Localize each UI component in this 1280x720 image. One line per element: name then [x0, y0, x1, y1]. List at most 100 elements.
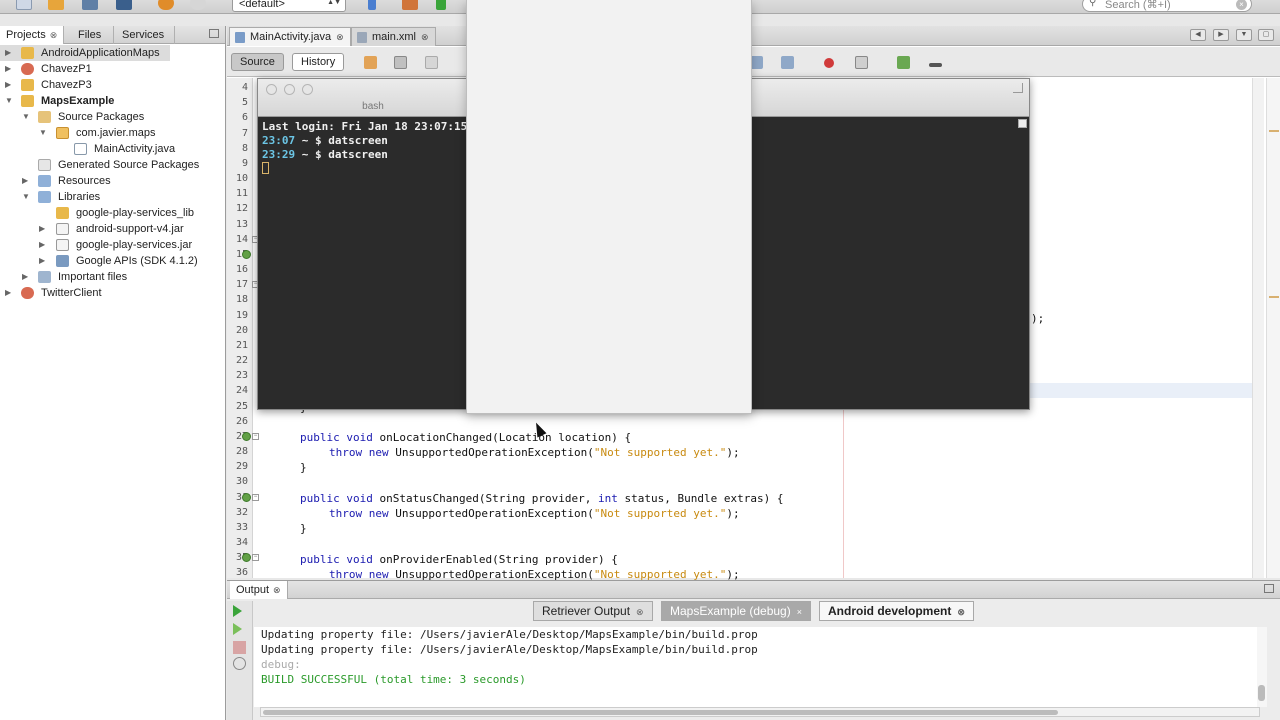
back-icon[interactable] — [394, 56, 407, 69]
tab-files[interactable]: Files — [66, 26, 115, 44]
tree-item-google-play-services-lib[interactable]: google-play-services_lib — [0, 205, 220, 221]
clear-search-icon[interactable]: × — [1236, 0, 1247, 10]
expand-icon[interactable]: ▶ — [5, 45, 11, 61]
close-icon[interactable]: × — [797, 607, 802, 617]
uncomment-icon[interactable] — [929, 63, 942, 67]
tree-item-mainactivity-java[interactable]: MainActivity.java — [0, 141, 220, 157]
tab-mapsexample-debug[interactable]: MapsExample (debug) × — [661, 601, 811, 621]
tree-item-google-apis[interactable]: ▶ Google APIs (SDK 4.1.2) — [0, 253, 220, 269]
tree-item-chavezp3[interactable]: ▶ ChavezP3 — [0, 77, 220, 93]
collapse-icon[interactable]: ▼ — [22, 109, 30, 125]
new-file-icon[interactable] — [16, 0, 32, 10]
close-icon[interactable]: ⊗ — [273, 585, 281, 595]
source-button[interactable]: Source — [231, 53, 284, 71]
close-icon[interactable]: ⊗ — [421, 32, 429, 42]
stop-macro-icon[interactable] — [855, 56, 868, 69]
tree-item-androidapplicationmaps[interactable]: ▶ AndroidApplicationMaps — [0, 45, 170, 61]
close-icon[interactable]: ⊗ — [636, 607, 644, 617]
stop-icon[interactable] — [233, 641, 246, 654]
scrollbar-thumb[interactable] — [1258, 685, 1265, 701]
expand-icon[interactable]: ▶ — [22, 173, 28, 189]
clean-build-icon[interactable] — [402, 0, 418, 10]
tree-item-google-play-services-jar[interactable]: ▶ google-play-services.jar — [0, 237, 220, 253]
tree-item-libraries[interactable]: ▼ Libraries — [0, 189, 220, 205]
toolbar-toggle-icon[interactable] — [1013, 83, 1023, 93]
tab-mainactivity-java[interactable]: MainActivity.java ⊗ — [229, 27, 351, 46]
comment-icon[interactable] — [897, 56, 910, 69]
editor-scrollbar[interactable] — [1252, 78, 1264, 578]
blank-window[interactable] — [466, 0, 752, 414]
terminal-scrollbar[interactable] — [1018, 119, 1027, 128]
tree-item-label: AndroidApplicationMaps — [41, 47, 160, 59]
override-marker-icon[interactable] — [242, 553, 251, 563]
terminal-output[interactable]: Last login: Fri Jan 18 23:07:15 c 23:07 … — [262, 120, 481, 176]
tree-item-com-javier-maps[interactable]: ▼ com.javier.maps — [0, 125, 220, 141]
minimize-window-button[interactable] — [284, 84, 295, 95]
open-project-icon[interactable] — [82, 0, 98, 10]
history-button[interactable]: History — [292, 53, 345, 71]
expand-icon[interactable]: ▶ — [39, 253, 45, 269]
tree-item-mapsexample[interactable]: ▼ MapsExample — [0, 93, 220, 109]
save-all-icon[interactable] — [116, 0, 132, 10]
configuration-value: <default> — [239, 0, 285, 10]
expand-icon[interactable]: ▶ — [5, 285, 11, 301]
override-marker-icon[interactable] — [242, 431, 251, 441]
close-icon[interactable]: ⊗ — [336, 32, 344, 42]
run-icon[interactable] — [436, 0, 446, 10]
zoom-window-button[interactable] — [302, 84, 313, 95]
tab-retriever-output[interactable]: Retriever Output ⊗ — [533, 601, 653, 621]
expand-icon[interactable]: ▶ — [22, 269, 28, 285]
rerun-icon[interactable] — [233, 605, 242, 617]
expand-icon[interactable]: ▶ — [39, 221, 45, 237]
editor-toolbar: Source History — [227, 47, 1280, 77]
new-project-icon[interactable] — [48, 0, 64, 10]
show-opened-documents-icon[interactable]: ▼ — [1236, 29, 1252, 41]
hammer-icon[interactable] — [368, 0, 376, 10]
tree-item-twitterclient[interactable]: ▶ TwitterClient — [0, 285, 220, 301]
scrollbar-thumb[interactable] — [263, 710, 1058, 715]
forward-icon[interactable] — [425, 56, 438, 69]
tab-projects[interactable]: Projects ⊗ — [0, 26, 65, 44]
tab-services[interactable]: Services — [112, 26, 176, 44]
override-marker-icon[interactable] — [242, 492, 251, 502]
scroll-tabs-right-icon[interactable]: ▶ — [1213, 29, 1229, 41]
close-icon[interactable]: ⊗ — [957, 607, 965, 617]
redo-icon[interactable] — [190, 0, 206, 10]
undo-icon[interactable] — [158, 0, 174, 10]
maximize-window-icon[interactable]: ▢ — [1258, 29, 1274, 41]
tree-item-generated-source-packages[interactable]: Generated Source Packages — [0, 157, 220, 173]
minimize-panel-icon[interactable] — [209, 29, 219, 38]
tab-main-xml[interactable]: main.xml ⊗ — [351, 27, 436, 46]
start-macro-icon[interactable] — [824, 58, 834, 68]
stripe-marker[interactable] — [1269, 296, 1279, 298]
close-icon[interactable]: ⊗ — [50, 30, 58, 40]
output-horizontal-scrollbar[interactable] — [260, 707, 1260, 717]
line-number: 30 — [235, 476, 248, 488]
configuration-select[interactable]: <default> ▲▼ — [232, 0, 346, 12]
collapse-icon[interactable]: ▼ — [22, 189, 30, 205]
minimize-panel-icon[interactable] — [1264, 584, 1274, 593]
scroll-tabs-left-icon[interactable]: ◀ — [1190, 29, 1206, 41]
shift-right-icon[interactable] — [781, 56, 794, 69]
tab-output[interactable]: Output ⊗ — [230, 581, 288, 599]
collapse-icon[interactable]: ▼ — [39, 125, 47, 141]
override-marker-icon[interactable] — [242, 249, 251, 259]
tree-item-android-support-v4-jar[interactable]: ▶ android-support-v4.jar — [0, 221, 220, 237]
tree-item-chavezp1[interactable]: ▶ ChavezP1 — [0, 61, 220, 77]
search-input[interactable]: ⚲ Search (⌘+I) × — [1082, 0, 1252, 12]
rerun-with-params-icon[interactable] — [233, 623, 242, 635]
expand-icon[interactable]: ▶ — [5, 77, 11, 93]
expand-icon[interactable]: ▶ — [39, 237, 45, 253]
settings-icon[interactable] — [233, 657, 246, 670]
output-console[interactable]: Updating property file: /Users/javierAle… — [254, 627, 1264, 707]
tree-item-source-packages[interactable]: ▼ Source Packages — [0, 109, 220, 125]
collapse-icon[interactable]: ▼ — [5, 93, 13, 109]
tab-android-development[interactable]: Android development ⊗ — [819, 601, 974, 621]
close-window-button[interactable] — [266, 84, 277, 95]
last-edit-icon[interactable] — [364, 56, 377, 69]
tree-item-resources[interactable]: ▶ Resources — [0, 173, 220, 189]
tree-item-important-files[interactable]: ▶ Important files — [0, 269, 220, 285]
stripe-marker[interactable] — [1269, 130, 1279, 132]
expand-icon[interactable]: ▶ — [5, 61, 11, 77]
output-vertical-scrollbar[interactable] — [1257, 627, 1267, 707]
